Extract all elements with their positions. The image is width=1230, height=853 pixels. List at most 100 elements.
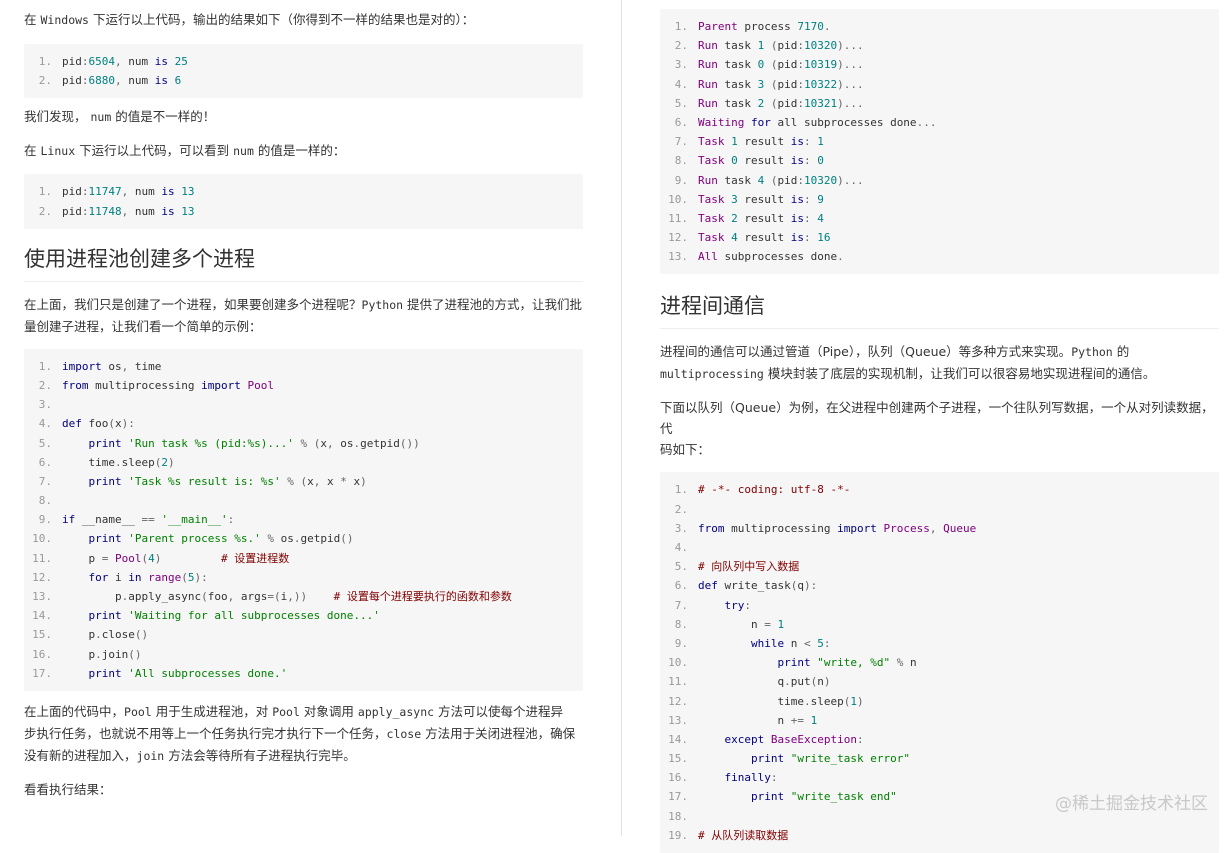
text: 我们发现， (24, 109, 87, 125)
section-heading-pool: 使用进程池创建多个进程 (24, 245, 583, 282)
line-number: 9. (674, 636, 688, 650)
line-number: 8. (38, 494, 52, 508)
code-line: 11. q.put(n) (660, 672, 1219, 691)
code-text: print 'All subprocesses done.' (88, 666, 288, 680)
code-block-windows-output: 1. pid:6504, num is 25 2. pid:6880, num is … (24, 44, 583, 99)
line-number: 3. (674, 521, 688, 535)
code-line: 15. p.close() (24, 625, 583, 644)
text: 对象调用 (303, 703, 354, 719)
text: 提供了进程池的方式，让我们批 (407, 296, 583, 312)
code-line: 10. print 'Parent process %s.' % os.getp… (24, 529, 583, 548)
code-text: while n < 5: (750, 636, 831, 650)
line-number: 8. (674, 617, 688, 631)
code-block-pool-output: 1. Parent process 7170. 2. Run task 1 (pid:… (660, 9, 1219, 275)
text: 进程间的通信可以通过管道（Pipe），队列（Queue）等多种方式来实现。 (660, 344, 1072, 360)
line-number: 7. (674, 135, 688, 149)
text: 的值是不一样的！ (115, 109, 216, 125)
text: 下运行以上代码，可以看到 (79, 143, 230, 159)
code-text: # 从队列读取数据 (698, 828, 789, 842)
code-line: 11. p = Pool(4) # 设置进程数 (24, 549, 583, 568)
code-text: print 'Waiting for all subprocesses done… (88, 609, 380, 623)
line-number: 4. (674, 77, 688, 91)
code-text: p.join() (62, 647, 142, 661)
line-number: 1. (674, 20, 688, 33)
code-line: 13. All subprocesses done. (660, 247, 1219, 266)
code-line: 2. pid:6880, num is 6 (24, 71, 583, 90)
code-line: 3. Run task 0 (pid:10319)... (660, 55, 1219, 74)
code-text: from multiprocessing import Pool (62, 378, 274, 392)
code-text: pid:11747, num is 13 (62, 185, 195, 199)
code-line: 15. print "write_task error" (660, 749, 1219, 768)
line-number: 3. (38, 398, 52, 412)
text: 下面以队列（Queue）为例，在父进程中创建两个子进程，一个往队列写数据，一个从… (660, 400, 1214, 437)
text: 没有新的进程加入， (24, 747, 137, 763)
code-line: 6. def write_task(q): (660, 576, 1219, 595)
paragraph-see-results: 看看执行结果： (24, 781, 112, 797)
code-line: 5. Run task 2 (pid:10321)... (660, 94, 1219, 113)
code-text: n += 1 (698, 713, 818, 727)
code-text: print "write, %d" % n (777, 656, 917, 670)
code-text: Run task 4 (pid:10320)... (698, 173, 864, 187)
line-number: 2. (38, 74, 52, 88)
code-line: 3. (24, 395, 583, 414)
line-number: 11. (32, 551, 52, 565)
line-number: 12. (668, 231, 688, 245)
inline-code: Linux (40, 144, 76, 159)
code-text: Run task 1 (pid:10320)... (698, 39, 864, 53)
line-number: 6. (674, 579, 688, 593)
line-number: 2. (674, 502, 688, 516)
code-line: 7. Task 1 result is: 1 (660, 132, 1219, 151)
text: 方法用于关闭进程池，确保 (425, 725, 576, 741)
code-line: 9. Run task 4 (pid:10320)... (660, 171, 1219, 190)
code-line: 2. Run task 1 (pid:10320)... (660, 36, 1219, 55)
column-divider (621, 0, 622, 836)
line-number: 7. (38, 474, 52, 488)
text: 模块封装了底层的实现机制，让我们可以很容易地实现进程间的通信。 (767, 366, 1156, 382)
code-line: 7. print 'Task %s result is: %s' % (x, x… (24, 472, 583, 491)
code-line: 16. p.join() (24, 645, 583, 664)
code-text: def foo(x): (62, 417, 135, 431)
code-text: Run task 3 (pid:10322)... (698, 77, 864, 91)
code-text: # 向队列中写入数据 (698, 560, 800, 574)
paragraph-linux-output: 在 Linux 下运行以上代码，可以看到 num 的值是一样的： (24, 140, 583, 162)
inline-code: multiprocessing (660, 367, 764, 382)
code-text: try: (724, 598, 752, 612)
line-number: 11. (668, 675, 688, 689)
line-number: 9. (38, 513, 52, 527)
line-number: 6. (674, 115, 688, 129)
line-number: 4. (674, 541, 688, 554)
inline-code: num (233, 144, 254, 159)
code-text: Parent process 7170. (698, 20, 831, 33)
line-number: 3. (674, 58, 688, 72)
code-text: All subprocesses done. (698, 250, 844, 264)
code-text: # -*- coding: utf-8 -*- (698, 483, 851, 497)
code-line: 7. try: (660, 596, 1219, 615)
code-line: 12. Task 4 result is: 16 (660, 228, 1219, 247)
code-line: 1. pid:11747, num is 13 (24, 182, 583, 201)
code-line: 6. time.sleep(2) (24, 453, 583, 472)
line-number: 10. (668, 192, 688, 206)
paragraph-pool-intro: 在上面，我们只是创建了一个进程，如果要创建多个进程呢？Python 提供了进程池… (24, 294, 583, 337)
code-line: 10. print "write, %d" % n (660, 653, 1219, 672)
code-line: 19. # 从队列读取数据 (660, 826, 1219, 845)
code-line: 13. n += 1 (660, 711, 1219, 730)
text: 码如下： (660, 442, 711, 458)
code-line: 8. Task 0 result is: 0 (660, 151, 1219, 170)
line-number: 1. (38, 185, 52, 199)
code-line: 2. from multiprocessing import Pool (24, 376, 583, 395)
line-number: 15. (668, 752, 688, 766)
code-text: print 'Parent process %s.' % os.getpid() (88, 532, 354, 546)
code-text: Waiting for all subprocesses done... (698, 115, 937, 129)
text: 在 (24, 143, 37, 159)
line-number: 17. (32, 666, 52, 680)
line-number: 14. (32, 609, 52, 623)
code-line: 14. except BaseException: (660, 730, 1219, 749)
text: 用于生成进程池，对 (155, 703, 269, 719)
code-text: pid:6504, num is 25 (62, 55, 188, 68)
line-number: 1. (674, 483, 688, 497)
inline-code: Windows (40, 13, 89, 27)
inline-code: Pool (124, 704, 152, 719)
code-line: 2. pid:11748, num is 13 (24, 202, 583, 221)
line-number: 2. (674, 39, 688, 53)
text: 方法可以使每个进程异 (438, 703, 564, 719)
